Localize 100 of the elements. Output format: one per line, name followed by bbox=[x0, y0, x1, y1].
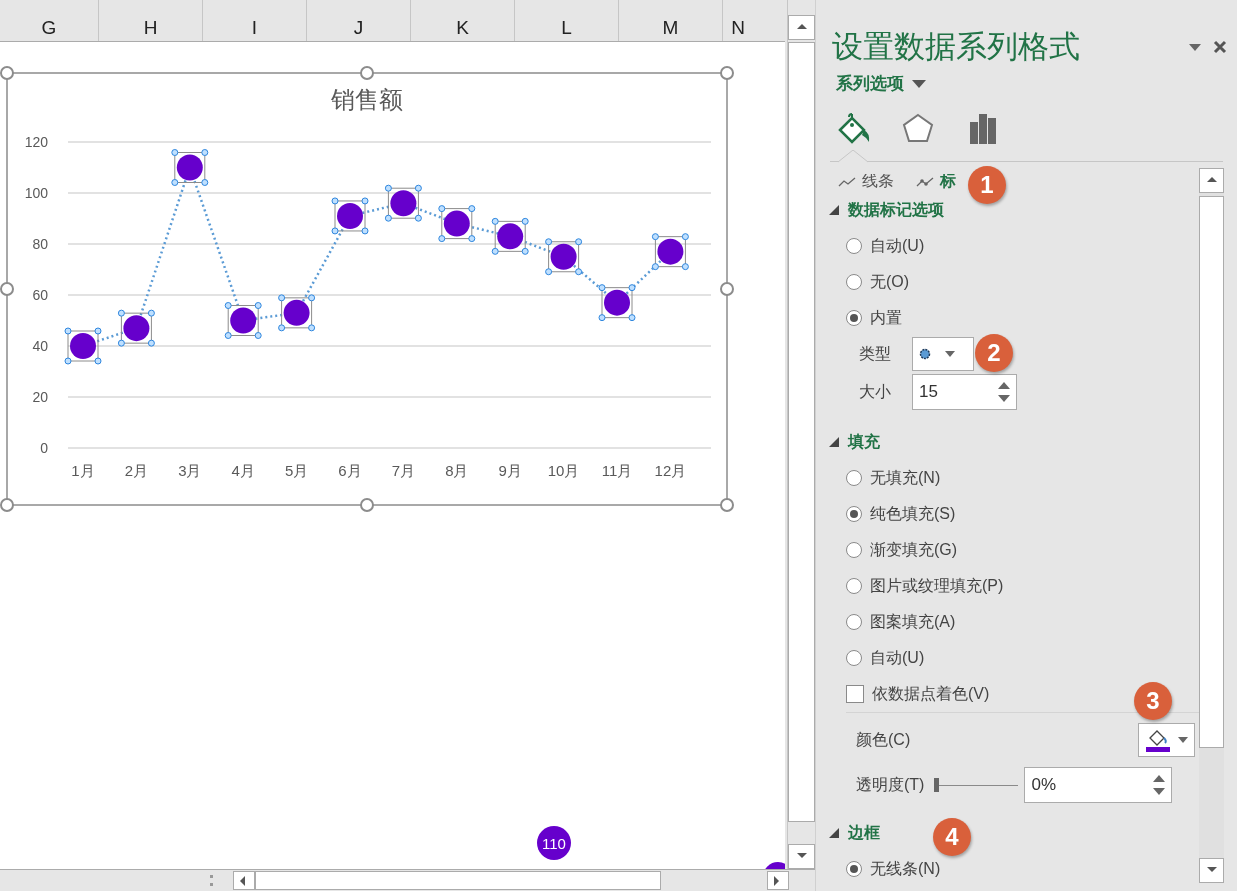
column-header[interactable]: L bbox=[515, 0, 619, 41]
triangle-icon bbox=[828, 204, 840, 216]
radio-button[interactable] bbox=[846, 542, 862, 558]
resize-handle[interactable] bbox=[720, 498, 734, 512]
radio-label: 无(O) bbox=[870, 271, 910, 292]
column-header[interactable]: G bbox=[0, 0, 99, 41]
radio-button[interactable] bbox=[846, 238, 862, 254]
resize-handle[interactable] bbox=[360, 498, 374, 512]
data-point-marker[interactable] bbox=[331, 197, 369, 235]
data-point-marker[interactable] bbox=[438, 205, 476, 243]
data-point-marker[interactable] bbox=[278, 294, 316, 332]
scrollbar-thumb[interactable] bbox=[1199, 196, 1224, 748]
radio-label: 内置 bbox=[870, 307, 902, 328]
paint-bucket-icon[interactable] bbox=[836, 112, 872, 146]
marker-line-icon bbox=[916, 176, 934, 187]
radio-button[interactable] bbox=[846, 861, 862, 877]
scroll-right-button[interactable] bbox=[767, 871, 789, 890]
down-arrow-icon[interactable] bbox=[1153, 788, 1166, 795]
data-point-marker[interactable] bbox=[224, 302, 262, 339]
data-point-marker[interactable] bbox=[491, 217, 529, 255]
resize-handle[interactable] bbox=[720, 66, 734, 80]
column-header[interactable]: N bbox=[723, 0, 753, 41]
marker-type-dropdown[interactable] bbox=[912, 337, 974, 371]
data-point-marker[interactable] bbox=[651, 233, 689, 271]
scroll-down-button[interactable] bbox=[788, 844, 815, 869]
radio-button[interactable] bbox=[846, 274, 862, 290]
radio-button[interactable] bbox=[846, 506, 862, 522]
marker-size-field[interactable]: 15 bbox=[912, 374, 1017, 410]
resize-handle[interactable] bbox=[0, 66, 14, 80]
axis-category-label: 1月 bbox=[71, 462, 95, 479]
resize-handle[interactable] bbox=[0, 498, 14, 512]
step-badge: 2 bbox=[975, 334, 1013, 372]
radio-button[interactable] bbox=[846, 614, 862, 630]
radio-label: 自动(U) bbox=[870, 235, 925, 256]
radio-label: 自动(U) bbox=[870, 647, 925, 668]
data-point-marker[interactable] bbox=[384, 184, 422, 222]
axis-category-label: 10月 bbox=[547, 462, 580, 479]
up-arrow-icon[interactable] bbox=[1153, 775, 1166, 782]
caret-icon bbox=[912, 79, 926, 88]
series-options-dropdown[interactable]: 系列选项 bbox=[836, 72, 926, 95]
axis-category-label: 3月 bbox=[178, 462, 202, 479]
data-point-marker[interactable] bbox=[598, 284, 636, 322]
fill-color-button[interactable] bbox=[1138, 723, 1195, 757]
axis-category-label: 9月 bbox=[498, 462, 522, 479]
data-point-marker[interactable] bbox=[117, 309, 155, 347]
axis-tick-label: 80 bbox=[32, 236, 48, 252]
transparency-field[interactable]: 0% bbox=[1024, 767, 1173, 803]
data-point-marker[interactable] bbox=[64, 327, 102, 365]
scroll-left-button[interactable] bbox=[233, 871, 255, 890]
step-badge: 1 bbox=[968, 166, 1006, 204]
radio-button[interactable] bbox=[846, 310, 862, 326]
data-point-marker[interactable] bbox=[545, 238, 583, 276]
axis-tick-label: 60 bbox=[32, 287, 48, 303]
up-arrow-icon[interactable] bbox=[998, 382, 1010, 389]
slider-thumb[interactable] bbox=[934, 778, 940, 792]
scroll-up-button[interactable] bbox=[1199, 168, 1224, 193]
resize-handle[interactable] bbox=[0, 282, 14, 296]
triangle-icon bbox=[828, 827, 840, 839]
axis-tick-label: 0 bbox=[40, 440, 48, 456]
section-header[interactable]: 填充 bbox=[828, 424, 1199, 460]
splitter-handle[interactable] bbox=[210, 875, 213, 886]
caret-icon[interactable] bbox=[1189, 43, 1201, 51]
close-icon bbox=[1213, 40, 1227, 54]
axis-category-label: 11月 bbox=[601, 462, 633, 479]
checkbox-label: 依数据点着色(V) bbox=[872, 683, 990, 704]
axis-category-label: 5月 bbox=[284, 462, 309, 479]
radio-button[interactable] bbox=[846, 650, 862, 666]
chart-title: 销售额 bbox=[331, 86, 403, 113]
radio-button[interactable] bbox=[846, 578, 862, 594]
column-header[interactable]: J bbox=[307, 0, 411, 41]
resize-handle[interactable] bbox=[360, 66, 374, 80]
checkbox[interactable] bbox=[846, 685, 864, 703]
transparency-label: 透明度(T) bbox=[856, 774, 925, 795]
data-point-marker[interactable] bbox=[171, 149, 209, 186]
resize-handle[interactable] bbox=[720, 282, 734, 296]
scrollbar-thumb[interactable] bbox=[788, 42, 815, 822]
column-header[interactable]: M bbox=[619, 0, 723, 41]
column-header[interactable]: K bbox=[411, 0, 515, 41]
scrollbar-thumb[interactable] bbox=[255, 871, 661, 890]
down-arrow-icon[interactable] bbox=[998, 395, 1010, 402]
radio-label: 渐变填充(G) bbox=[870, 539, 958, 560]
axis-category-label: 12月 bbox=[654, 462, 687, 479]
column-header[interactable]: H bbox=[99, 0, 203, 41]
axis-tick-label: 120 bbox=[24, 134, 48, 150]
radio-label: 无线条(N) bbox=[870, 858, 941, 879]
column-header[interactable]: I bbox=[203, 0, 307, 41]
close-button[interactable] bbox=[1213, 40, 1227, 54]
scroll-down-button[interactable] bbox=[1199, 858, 1224, 883]
scroll-up-button[interactable] bbox=[788, 15, 815, 40]
radio-label: 图案填充(A) bbox=[870, 611, 956, 632]
radio-label: 纯色填充(S) bbox=[870, 503, 956, 524]
axis-category-label: 7月 bbox=[391, 462, 416, 479]
marker-dot-icon bbox=[919, 348, 931, 360]
marker-type-label: 类型 bbox=[859, 343, 892, 364]
axis-category-label: 8月 bbox=[445, 462, 469, 479]
axis-category-label: 2月 bbox=[124, 462, 149, 479]
axis-category-label: 4月 bbox=[231, 462, 255, 479]
marker-size-label: 大小 bbox=[859, 381, 892, 402]
radio-button[interactable] bbox=[846, 470, 862, 486]
radio-label: 无填充(N) bbox=[870, 467, 941, 488]
